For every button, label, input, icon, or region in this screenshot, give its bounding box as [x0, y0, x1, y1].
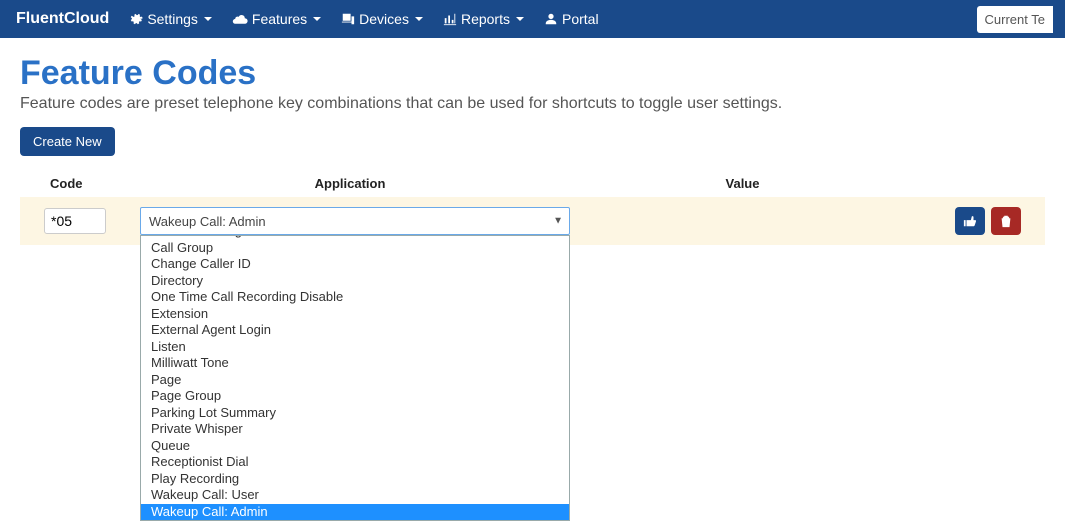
dropdown-option[interactable]: Wakeup Call: User: [141, 487, 569, 504]
dropdown-option[interactable]: Queue: [141, 438, 569, 455]
navbar: FluentCloud Settings Features Devices Re…: [0, 0, 1065, 38]
tenant-switcher[interactable]: Current Te: [977, 6, 1053, 33]
application-dropdown[interactable]: One-Time Caller ID OverrideCall FlowCall…: [140, 235, 570, 521]
save-button[interactable]: [955, 207, 985, 235]
caret-icon: [204, 17, 212, 21]
user-icon: [544, 12, 558, 26]
dropdown-option[interactable]: One Time Call Recording Disable: [141, 289, 569, 306]
dropdown-option[interactable]: Private Whisper: [141, 421, 569, 438]
application-select-value: Wakeup Call: Admin: [149, 214, 266, 229]
dropdown-option[interactable]: Listen: [141, 339, 569, 356]
create-new-button[interactable]: Create New: [20, 127, 115, 156]
nav-devices-label: Devices: [359, 11, 409, 27]
code-input[interactable]: [44, 208, 106, 234]
nav-settings[interactable]: Settings: [121, 3, 220, 35]
nav-features[interactable]: Features: [224, 3, 329, 35]
dropdown-option[interactable]: Receptionist Dial: [141, 454, 569, 471]
dropdown-option[interactable]: Directory: [141, 273, 569, 290]
nav-devices[interactable]: Devices: [333, 3, 431, 35]
header-application: Application: [120, 176, 560, 191]
delete-button[interactable]: [991, 207, 1021, 235]
cloud-icon: [232, 13, 248, 25]
dropdown-option[interactable]: Parking Lot Summary: [141, 405, 569, 422]
dropdown-option[interactable]: Page: [141, 372, 569, 389]
header-code: Code: [20, 176, 120, 191]
nav-portal[interactable]: Portal: [536, 3, 607, 35]
dropdown-option[interactable]: Call Group: [141, 240, 569, 257]
dropdown-option[interactable]: Extension: [141, 306, 569, 323]
application-select[interactable]: Wakeup Call: Admin: [140, 207, 570, 235]
nav-reports[interactable]: Reports: [435, 3, 532, 35]
caret-icon: [415, 17, 423, 21]
nav-portal-label: Portal: [562, 11, 599, 27]
dropdown-option[interactable]: Play Recording: [141, 471, 569, 488]
dropdown-option[interactable]: Change Caller ID: [141, 256, 569, 273]
brand[interactable]: FluentCloud: [12, 10, 117, 28]
page-title: Feature Codes: [20, 54, 1045, 93]
devices-icon: [341, 12, 355, 26]
nav-reports-label: Reports: [461, 11, 510, 27]
table-header-row: Code Application Value: [20, 170, 1045, 197]
dropdown-option[interactable]: Wakeup Call: Admin: [141, 504, 569, 521]
nav-settings-label: Settings: [147, 11, 198, 27]
chart-icon: [443, 12, 457, 26]
trash-icon: [999, 214, 1013, 228]
application-select-wrap: Wakeup Call: Admin One-Time Caller ID Ov…: [140, 207, 570, 235]
dropdown-option[interactable]: External Agent Login: [141, 322, 569, 339]
header-value: Value: [560, 176, 925, 191]
page-description: Feature codes are preset telephone key c…: [20, 95, 1045, 113]
thumbs-up-icon: [963, 214, 977, 228]
dropdown-option[interactable]: Page Group: [141, 388, 569, 405]
navbar-left: FluentCloud Settings Features Devices Re…: [12, 3, 607, 35]
table-row: Wakeup Call: Admin One-Time Caller ID Ov…: [20, 197, 1045, 245]
dropdown-option[interactable]: Milliwatt Tone: [141, 355, 569, 372]
caret-icon: [313, 17, 321, 21]
caret-icon: [516, 17, 524, 21]
nav-features-label: Features: [252, 11, 307, 27]
page-container: Feature Codes Feature codes are preset t…: [0, 38, 1065, 245]
gear-icon: [129, 12, 143, 26]
feature-codes-table: Code Application Value Wakeup Call: Admi…: [20, 170, 1045, 245]
